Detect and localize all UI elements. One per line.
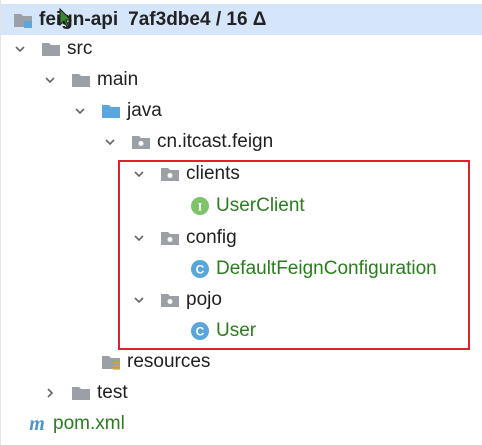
maven-icon: m <box>27 414 47 434</box>
chevron-down-icon[interactable] <box>132 231 146 245</box>
mouse-cursor-icon <box>59 8 73 28</box>
tree-item-label: cn.itcast.feign <box>157 130 274 152</box>
resources-folder-icon <box>101 352 121 372</box>
package-icon <box>160 164 180 184</box>
chevron-down-icon[interactable] <box>132 167 146 181</box>
tree-item-label: src <box>67 37 93 59</box>
chevron-down-icon[interactable] <box>43 73 57 87</box>
tree-row-package[interactable]: cn.itcast.feign <box>1 126 482 157</box>
package-icon <box>160 228 180 248</box>
tree-row-pojo[interactable]: pojo <box>1 284 482 315</box>
tree-item-label: User <box>216 319 257 341</box>
tree-row-resources[interactable]: resources <box>1 346 482 377</box>
svg-text:C: C <box>196 324 205 338</box>
tree-item-label: resources <box>127 350 211 372</box>
tree-item-label: config <box>186 226 237 248</box>
tree-item-label: test <box>97 381 128 403</box>
folder-icon <box>41 39 61 59</box>
svg-text:C: C <box>196 262 205 276</box>
svg-text:I: I <box>198 199 203 213</box>
chevron-down-icon[interactable] <box>73 104 87 118</box>
tree-item-label: clients <box>186 162 240 184</box>
chevron-down-icon[interactable] <box>103 135 117 149</box>
tree-item-label: pom.xml <box>53 412 125 434</box>
source-folder-icon <box>101 101 121 121</box>
tree-item-label: DefaultFeignConfiguration <box>216 257 437 279</box>
class-icon: C <box>190 259 210 279</box>
package-icon <box>160 290 180 310</box>
chevron-down-icon[interactable] <box>13 42 27 56</box>
tree-row-userclient[interactable]: I UserClient <box>1 190 482 221</box>
tree-item-label: pojo <box>186 288 222 310</box>
chevron-right-icon[interactable] <box>43 386 57 400</box>
tree-row-root[interactable]: feign-api 7af3dbe4 / 16 Δ <box>1 4 482 35</box>
tree-row-src[interactable]: src <box>1 33 482 64</box>
tree-row-test[interactable]: test <box>1 377 482 408</box>
tree-row-config[interactable]: config <box>1 222 482 253</box>
vcs-status: 7af3dbe4 / 16 Δ <box>128 8 267 30</box>
tree-item-label: java <box>127 99 162 121</box>
project-root-label: feign-api <box>39 8 119 30</box>
tree-row-pom[interactable]: m pom.xml <box>1 408 482 439</box>
folder-icon <box>71 383 91 403</box>
tree-item-label: UserClient <box>216 194 305 216</box>
interface-icon: I <box>190 196 210 216</box>
tree-item-label: main <box>97 68 139 90</box>
tree-row-user[interactable]: C User <box>1 315 482 346</box>
module-folder-icon <box>13 10 33 30</box>
tree-row-main[interactable]: main <box>1 64 482 95</box>
tree-row-default-feign-configuration[interactable]: C DefaultFeignConfiguration <box>1 253 482 284</box>
project-tree-panel: feign-api 7af3dbe4 / 16 Δ src main java … <box>0 0 482 445</box>
class-icon: C <box>190 321 210 341</box>
package-icon <box>131 132 151 152</box>
folder-icon <box>71 70 91 90</box>
chevron-down-icon[interactable] <box>132 293 146 307</box>
svg-text:m: m <box>29 414 45 434</box>
tree-row-clients[interactable]: clients <box>1 158 482 189</box>
tree-row-java[interactable]: java <box>1 95 482 126</box>
